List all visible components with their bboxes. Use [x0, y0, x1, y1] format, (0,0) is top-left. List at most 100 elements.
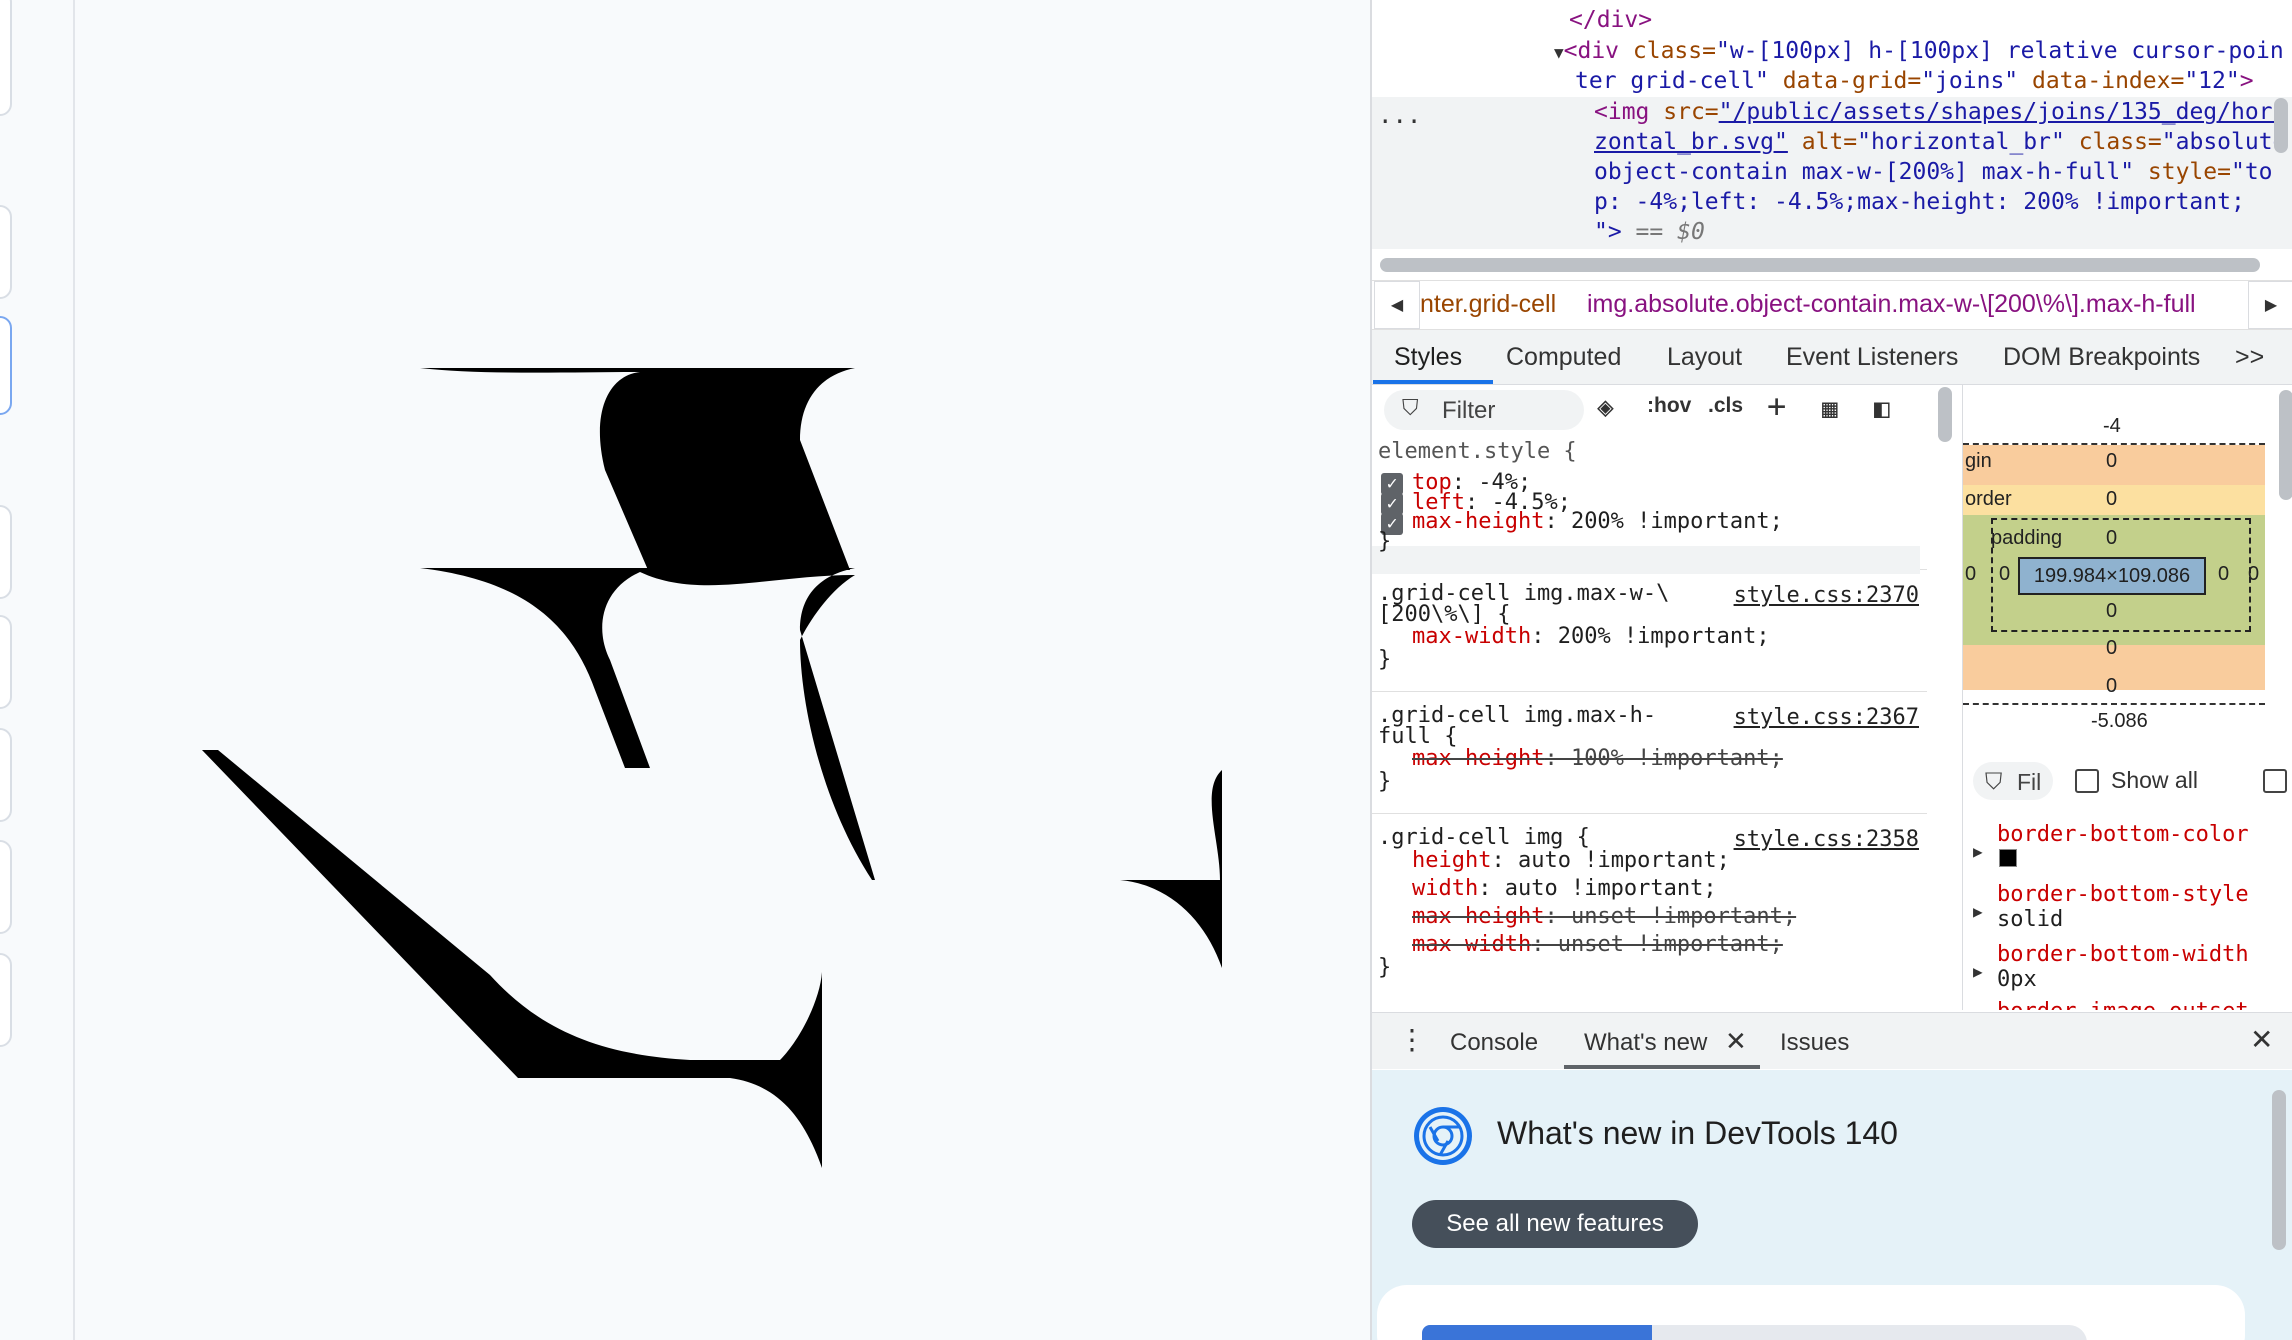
dom-node-div[interactable]: ▼<div class="w-[100px] h-[100px] relativ…: [1554, 36, 2284, 68]
drawer-menu-icon[interactable]: ⋮: [1398, 1023, 1426, 1056]
layers-icon[interactable]: ◈: [1597, 390, 1614, 423]
close-tab-icon[interactable]: ✕: [1725, 1026, 1747, 1057]
tab-computed[interactable]: Computed: [1506, 343, 1621, 372]
computed-value: 0px: [1997, 967, 2037, 992]
breadcrumb-item[interactable]: nter.grid-cell: [1420, 290, 1556, 319]
left-sidebar-strip: [0, 0, 75, 1340]
rule-source-link[interactable]: style.css:2367: [1734, 705, 1919, 730]
padding-left-value[interactable]: 0: [1999, 563, 2010, 586]
sidebar-tab-active[interactable]: [0, 316, 12, 415]
tab-issues[interactable]: Issues: [1780, 1029, 1849, 1057]
box-model-diagram: -4 199.984×109.086 gin 0 order 0 padding…: [1963, 385, 2265, 745]
hov-toggle[interactable]: :hov: [1647, 394, 1691, 418]
dom-horizontal-scrollbar[interactable]: [1380, 258, 2260, 272]
computed-filter-row: ⛉ Fil Show all: [1963, 757, 2292, 807]
tab-console[interactable]: Console: [1450, 1029, 1538, 1057]
margin-bottom-value[interactable]: 0: [2106, 675, 2117, 698]
declaration-overridden[interactable]: max-height: 100% !important;: [1412, 746, 1783, 771]
computed-property[interactable]: border-bottom-style: [1997, 882, 2249, 907]
tab-whats-new[interactable]: What's new: [1584, 1029, 1707, 1057]
canvas-area[interactable]: [75, 0, 1370, 1340]
padding-label: padding: [1991, 527, 2063, 549]
panel-tabs: Styles Computed Layout Event Listeners D…: [1372, 330, 2292, 385]
tab-layout[interactable]: Layout: [1667, 343, 1742, 372]
node-actions-ellipsis[interactable]: ...: [1378, 100, 1421, 130]
declaration-checkbox[interactable]: ✓: [1381, 493, 1403, 515]
dom-node-img-cont[interactable]: "> == $0: [1594, 217, 1705, 247]
dom-node-img-cont[interactable]: zontal_br.svg" alt="horizontal_br" class…: [1594, 127, 2286, 157]
rule-source-link[interactable]: style.css:2370: [1734, 583, 1919, 608]
close-drawer-icon[interactable]: ✕: [2250, 1023, 2273, 1056]
computed-scrollbar[interactable]: [2279, 390, 2292, 500]
box-position-bottom[interactable]: -5.086: [2091, 710, 2148, 733]
more-tabs-icon[interactable]: >>: [2235, 343, 2264, 372]
dom-node-img[interactable]: <img src="/public/assets/shapes/joins/13…: [1594, 97, 2286, 127]
rule-selector[interactable]: .grid-cell img {: [1378, 825, 1590, 850]
drawer-scrollbar[interactable]: [2272, 1090, 2286, 1250]
tab-styles[interactable]: Styles: [1394, 343, 1462, 372]
rule-source-link[interactable]: style.css:2358: [1734, 827, 1919, 852]
computed-property[interactable]: border-bottom-width: [1997, 942, 2249, 967]
breadcrumb-left-arrow-icon[interactable]: ◀: [1374, 281, 1420, 329]
feature-card-image: [1652, 1325, 2087, 1340]
sidebar-tab[interactable]: [0, 728, 12, 822]
tab-dom-breakpoints[interactable]: DOM Breakpoints: [2003, 343, 2200, 372]
sidebar-tab[interactable]: [0, 840, 12, 934]
padding-top-value[interactable]: 0: [2106, 527, 2117, 550]
expand-triangle-icon[interactable]: ▶: [1973, 842, 1983, 861]
declaration[interactable]: width: auto !important;: [1412, 876, 1717, 901]
computed-sidebar: -4 199.984×109.086 gin 0 order 0 padding…: [1962, 385, 2292, 1010]
dom-node-img-cont[interactable]: object-contain max-w-[200%] max-h-full" …: [1594, 157, 2273, 187]
border-left-value[interactable]: 0: [1965, 563, 1976, 586]
border-bottom-value[interactable]: 0: [2106, 637, 2117, 660]
color-swatch[interactable]: [1999, 849, 2017, 867]
dom-vertical-scrollbar[interactable]: [2274, 98, 2288, 153]
join-shape-image[interactable]: [75, 0, 1370, 1340]
group-checkbox[interactable]: [2263, 769, 2287, 793]
breadcrumb-right-arrow-icon[interactable]: ▶: [2248, 281, 2292, 329]
styles-scrollbar[interactable]: [1938, 387, 1952, 442]
dom-close-div[interactable]: </div>: [1569, 7, 1652, 33]
padding-bottom-value[interactable]: 0: [2106, 600, 2117, 623]
padding-right-value[interactable]: 0: [2218, 563, 2229, 586]
toggle-sidebar-icon[interactable]: ◧: [1874, 394, 1890, 424]
expand-triangle-icon[interactable]: ▼: [1554, 43, 1564, 62]
computed-property[interactable]: border-bottom-color: [1997, 822, 2249, 847]
declaration-overridden[interactable]: max-height: unset !important;: [1412, 904, 1796, 929]
selected-node-marker: == $0: [1621, 219, 1705, 245]
sidebar-tab[interactable]: [0, 505, 12, 599]
expand-triangle-icon[interactable]: ▶: [1973, 902, 1983, 921]
declaration[interactable]: max-width: 200% !important;: [1412, 624, 1770, 649]
border-top-value[interactable]: 0: [2106, 488, 2117, 511]
see-all-features-button[interactable]: See all new features: [1412, 1200, 1698, 1248]
computed-property[interactable]: border-image-outset: [1997, 999, 2249, 1010]
rule-selector[interactable]: element.style {: [1378, 439, 1577, 464]
computed-filter-input[interactable]: ⛉ Fil: [1973, 762, 2053, 800]
declaration[interactable]: max-height: 200% !important;: [1412, 509, 1783, 534]
sidebar-tab[interactable]: [0, 953, 12, 1047]
box-content-size[interactable]: 199.984×109.086: [2018, 557, 2206, 595]
dom-node-div-cont[interactable]: ter grid-cell" data-grid="joins" data-in…: [1575, 66, 2254, 96]
new-style-rule-icon[interactable]: +: [1767, 387, 1786, 425]
tab-event-listeners[interactable]: Event Listeners: [1786, 343, 1958, 372]
style-rule-element: element.style { ✓ top: -4%; ✓ left: -4.5…: [1372, 437, 1927, 574]
dom-node-img-cont[interactable]: p: -4%;left: -4.5%;max-height: 200% !imp…: [1594, 187, 2245, 217]
box-position-top[interactable]: -4: [2103, 415, 2121, 438]
declaration-checkbox[interactable]: ✓: [1381, 473, 1403, 495]
expand-triangle-icon[interactable]: ▶: [1973, 962, 1983, 981]
cls-toggle[interactable]: .cls: [1708, 394, 1743, 418]
styles-filter-input[interactable]: ⛉ Filter: [1384, 390, 1584, 430]
show-all-checkbox[interactable]: [2075, 769, 2099, 793]
style-rule: .grid-cell img.max-w-\ [200\%\] { style.…: [1372, 571, 1927, 692]
border-right-value[interactable]: 0: [2248, 563, 2259, 586]
devtools-panel: </div> ▼<div class="w-[100px] h-[100px] …: [1370, 0, 2292, 1340]
paint-roller-icon[interactable]: ▦: [1822, 394, 1838, 424]
sidebar-tab[interactable]: [0, 205, 12, 299]
margin-top-value[interactable]: 0: [2106, 450, 2117, 473]
declaration-overridden[interactable]: max-width: unset !important;: [1412, 932, 1783, 957]
sidebar-tab[interactable]: [0, 0, 12, 116]
sidebar-tab[interactable]: [0, 615, 12, 709]
breadcrumb-item-selected[interactable]: img.absolute.object-contain.max-w-\[200\…: [1587, 290, 2247, 319]
dom-tree: </div> ▼<div class="w-[100px] h-[100px] …: [1372, 0, 2292, 250]
declaration[interactable]: height: auto !important;: [1412, 848, 1730, 873]
